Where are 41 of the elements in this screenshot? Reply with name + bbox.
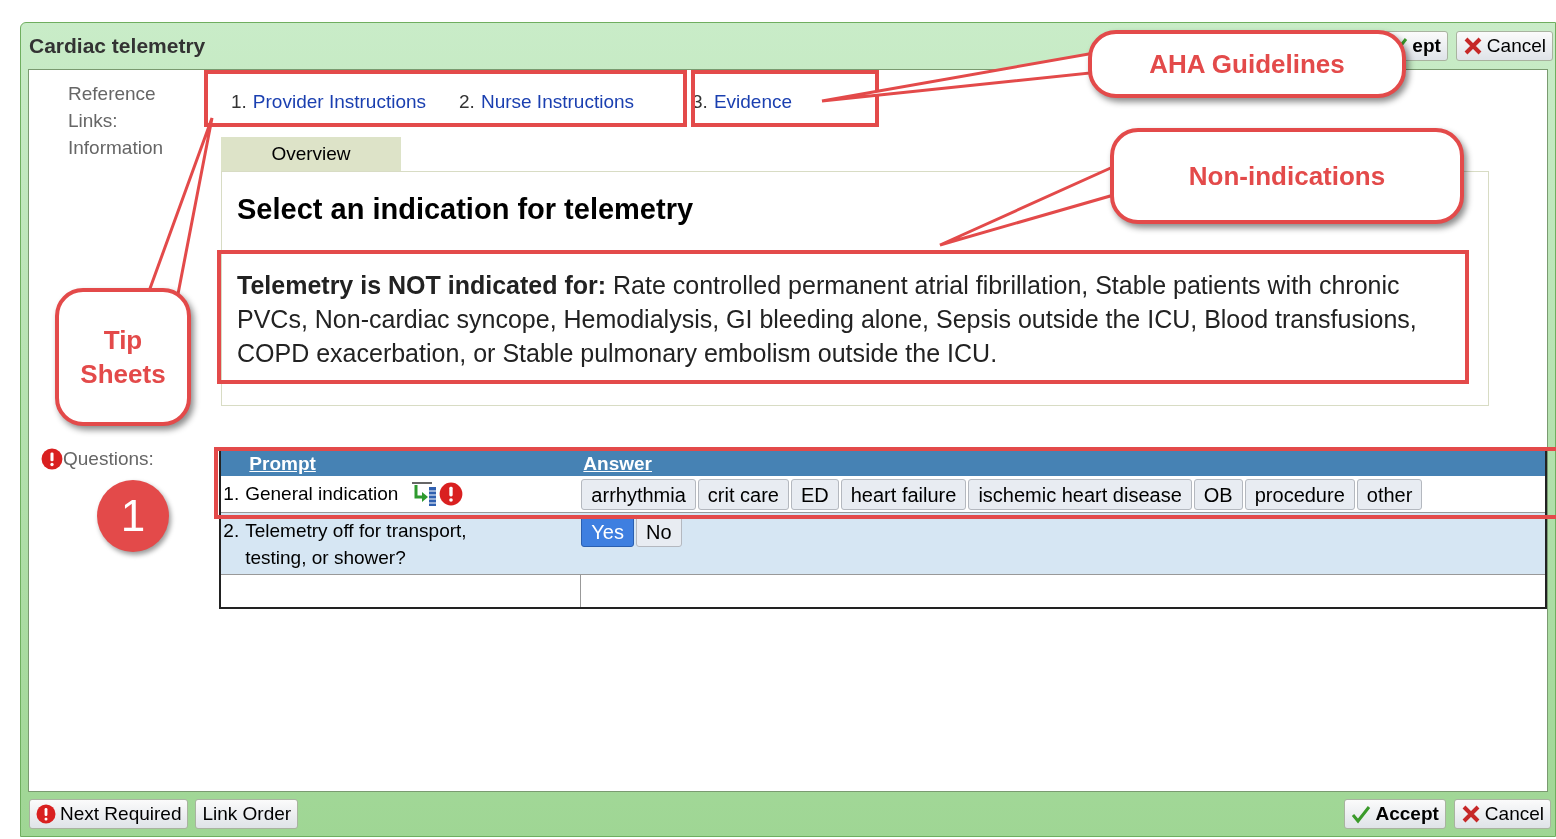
answer-option[interactable]: OB <box>1193 479 1243 510</box>
link-number: 1. <box>231 89 247 114</box>
reference-link[interactable]: Provider Instructions <box>252 87 427 117</box>
link-order-button[interactable]: Link Order <box>195 799 299 829</box>
close-icon <box>1462 36 1483 56</box>
reference-link[interactable]: Evidence <box>713 87 793 117</box>
callout-bubble: Tip Sheets <box>55 288 191 426</box>
cancel-button[interactable]: Cancel <box>1453 799 1551 829</box>
questions-label: Questions: <box>63 448 154 470</box>
answer-option[interactable]: heart failure <box>840 479 967 510</box>
window-title: Cardiac telemetry <box>29 33 206 60</box>
question-row[interactable]: 1. General indication arrhythmia crit care ED heart failure ischemic heart disease OB procedure other <box>221 476 1545 513</box>
question-row[interactable]: 2. Telemetry off for transport, testing, or shower? Yes No <box>221 513 1545 575</box>
callout-bubble: AHA Guidelines <box>1088 30 1406 98</box>
answer-option[interactable]: arrhythmia <box>581 479 696 510</box>
answer-option[interactable]: crit care <box>697 479 789 510</box>
list-arrow-icon <box>410 481 439 507</box>
tab[interactable]: Overview <box>221 137 401 171</box>
reference-label: Reference <box>68 82 157 106</box>
cancel-button[interactable]: Cancel <box>1455 31 1553 61</box>
link-number: 2. <box>459 89 475 114</box>
row-number: 2. <box>223 519 240 543</box>
column-header[interactable]: Answer <box>583 453 652 474</box>
checkmark-icon <box>1351 804 1372 824</box>
answer-option[interactable]: procedure <box>1244 479 1355 510</box>
answer-option[interactable]: other <box>1356 479 1423 510</box>
reference-link[interactable]: Nurse Instructions <box>480 87 635 117</box>
accept-button[interactable]: Accept <box>1344 799 1446 829</box>
answer-option[interactable]: ischemic heart disease <box>968 479 1192 510</box>
panel-heading: Select an indication for telemetry <box>237 192 695 227</box>
row-number: 1. <box>223 482 240 506</box>
reference-label: Links: <box>68 109 119 133</box>
panel-text: Telemetry is NOT indicated for: Rate controlled permanent atrial fibrillation, Stable patients with chronic PVCs, Non-cardiac syncope, Hemodialysis, GI bleeding alone, Sepsis outside the ICU, Blood transfusions, COPD exacerbation, or Stable pulmonary embolism outside the ICU. <box>237 269 1418 369</box>
next-required-button[interactable]: Next Required <box>29 799 189 829</box>
column-header[interactable]: Prompt <box>249 453 316 474</box>
close-icon <box>1460 804 1481 824</box>
prompt-text: General indication <box>245 482 399 506</box>
prompt-text: Telemetry off for transport, testing, or shower? <box>245 519 468 570</box>
alert-icon <box>36 804 56 824</box>
reference-label: Information <box>68 136 165 160</box>
answer-option[interactable]: ED <box>790 479 839 510</box>
